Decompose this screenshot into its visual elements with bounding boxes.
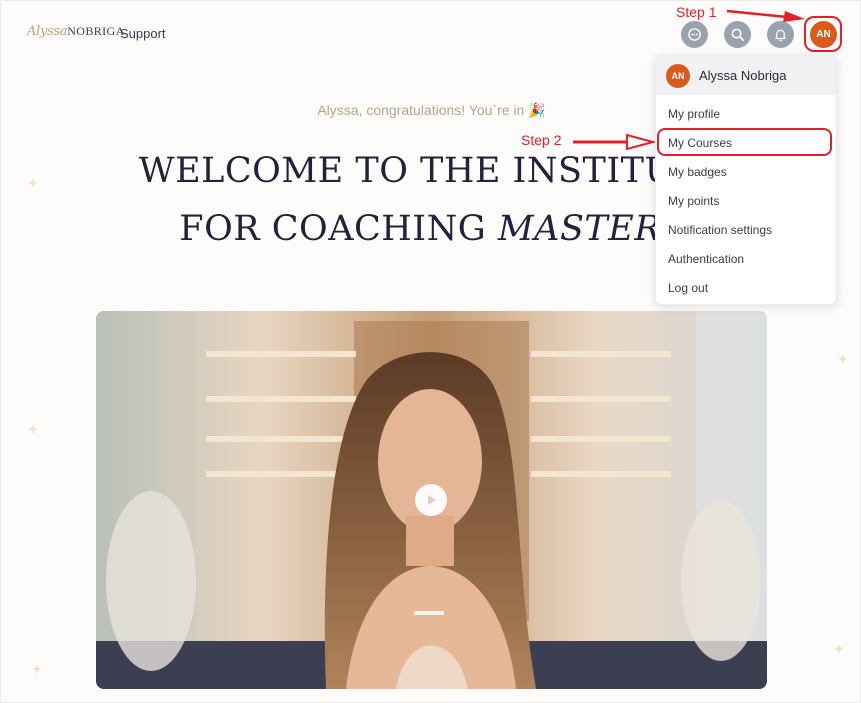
step2-highlight — [657, 128, 832, 156]
play-button[interactable] — [415, 484, 447, 516]
bell-icon[interactable] — [767, 21, 794, 48]
chat-icon[interactable] — [681, 21, 708, 48]
menu-item-authentication[interactable]: Authentication — [668, 252, 744, 266]
support-link[interactable]: Support — [120, 26, 166, 41]
user-dropdown-menu: AN Alyssa Nobriga My profile My Courses … — [655, 55, 837, 305]
menu-item-my-badges[interactable]: My badges — [668, 165, 727, 179]
page: Alyssa NOBRIGA Support AN Step 1 Alyssa,… — [0, 0, 861, 703]
dropdown-avatar: AN — [666, 63, 690, 88]
sparkle-icon: ✦ — [833, 641, 845, 657]
brand-logo[interactable]: Alyssa NOBRIGA — [27, 24, 125, 44]
dropdown-user-header: AN Alyssa Nobriga — [656, 56, 836, 95]
step1-label: Step 1 — [676, 4, 717, 20]
sparkle-icon: ✦ — [837, 351, 849, 367]
play-icon — [428, 495, 436, 505]
menu-item-my-points[interactable]: My points — [668, 194, 719, 208]
sparkle-icon: ✦ — [31, 661, 43, 677]
step2-label: Step 2 — [521, 132, 562, 148]
menu-item-my-profile[interactable]: My profile — [668, 107, 720, 121]
sparkle-icon: ✦ — [27, 175, 39, 191]
step2-arrow-icon — [573, 134, 655, 150]
menu-item-notification-settings[interactable]: Notification settings — [668, 223, 772, 237]
step1-arrow-icon — [726, 9, 805, 22]
search-icon[interactable] — [724, 21, 751, 48]
dropdown-user-name: Alyssa Nobriga — [699, 68, 787, 83]
menu-item-log-out[interactable]: Log out — [668, 281, 708, 295]
logo-caps: NOBRIGA — [67, 24, 125, 38]
step1-highlight — [804, 16, 842, 52]
logo-script: Alyssa — [27, 24, 68, 39]
sparkle-icon: ✦ — [27, 421, 39, 437]
